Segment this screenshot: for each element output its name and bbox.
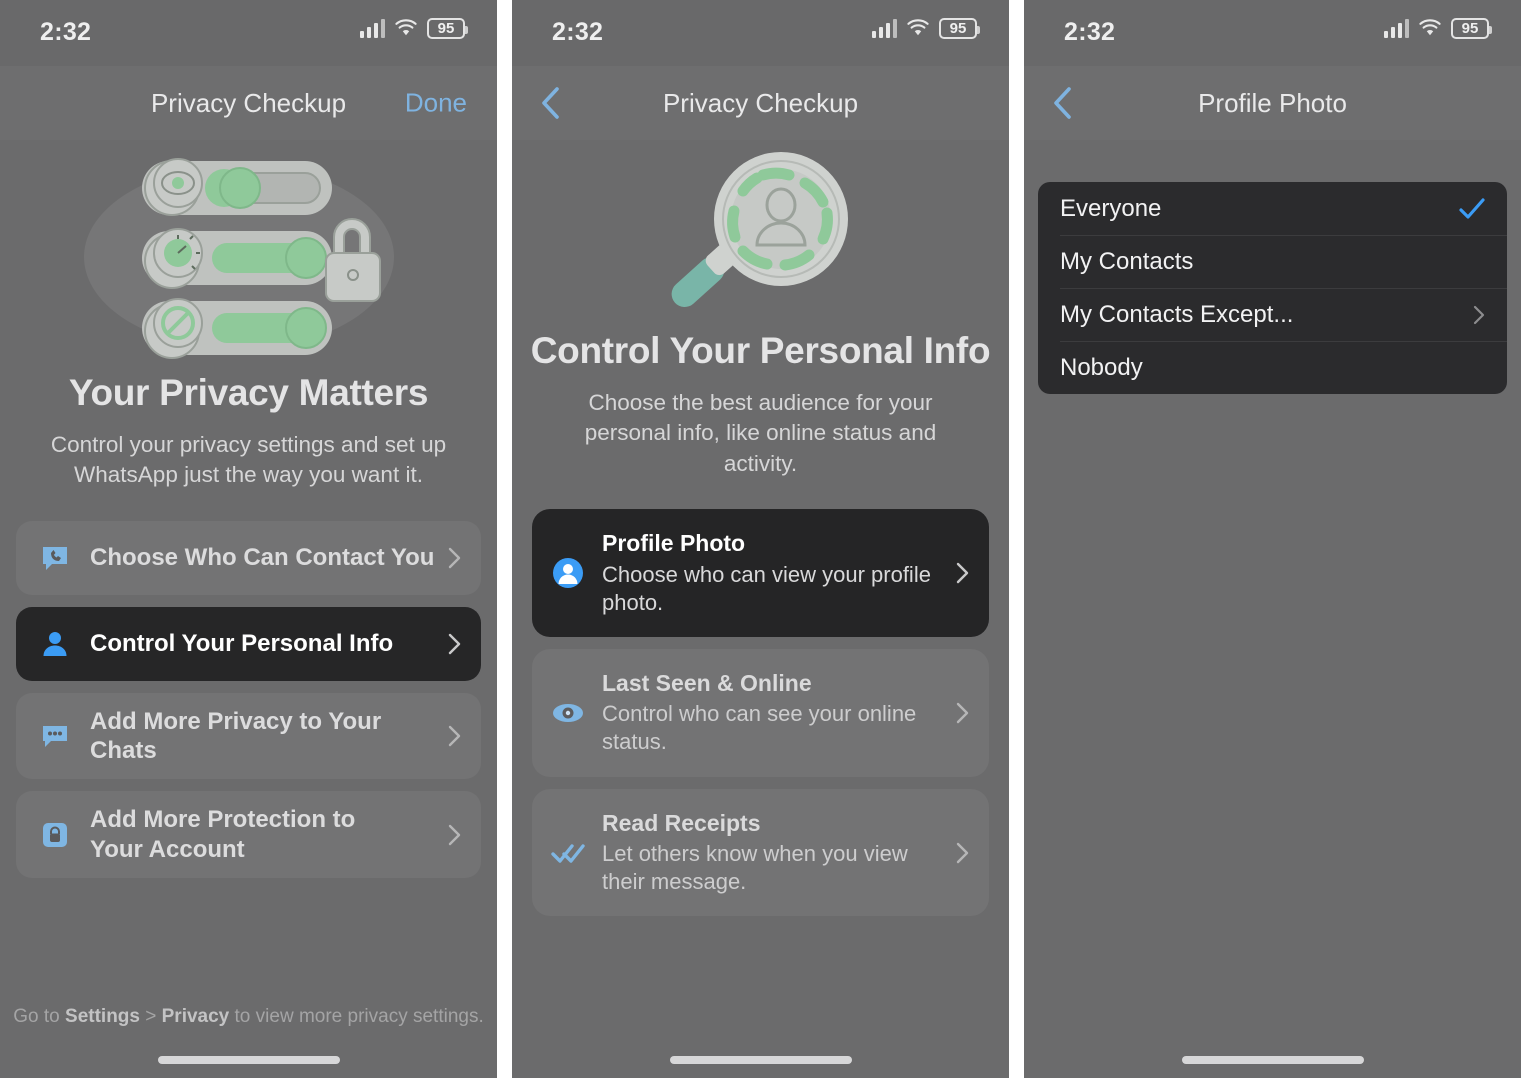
list-item-label: Choose Who Can Contact You (90, 544, 435, 572)
eye-icon (550, 697, 586, 729)
card-text: Profile Photo Choose who can view your p… (602, 529, 939, 617)
lock-square-icon (38, 820, 72, 850)
footnote-settings-hint: Go to Settings > Privacy to view more pr… (0, 1006, 497, 1028)
page-title: Profile Photo (1198, 87, 1347, 118)
status-bar-indicators: 95 (359, 18, 468, 39)
wifi-icon (907, 19, 929, 36)
hero-title-panel1: Your Privacy Matters (68, 372, 429, 413)
nav-bar-panel2: Privacy Checkup (512, 66, 1009, 140)
battery-level: 95 (437, 20, 455, 37)
nav-bar-panel1: Privacy Checkup Done (0, 66, 497, 140)
chevron-right-icon (956, 562, 969, 584)
status-bar-time: 2:32 (40, 18, 92, 46)
list-item-label: Add More Privacy to Your Chats (90, 707, 382, 765)
status-bar: 2:32 95 (1024, 0, 1521, 66)
privacy-toggles-lock-illustration (0, 140, 497, 372)
person-circle-icon (550, 557, 586, 589)
three-panel-screenshot: 2:32 95 Privacy Checkup Done Your Privac… (0, 0, 1524, 1078)
chevron-right-icon (956, 842, 969, 863)
checkmark-icon (1459, 197, 1485, 219)
status-bar-indicators: 95 (1383, 18, 1492, 39)
phone-bubble-icon (38, 543, 72, 573)
chevron-right-icon (448, 633, 461, 654)
card-read-receipts[interactable]: Read Receipts Let others know when you v… (532, 788, 989, 917)
double-check-icon (550, 838, 586, 868)
card-description: Control who can see your online status. (602, 701, 917, 755)
card-title: Last Seen & Online (602, 669, 812, 696)
chevron-right-icon (956, 702, 969, 723)
footnote-prefix: Go to (13, 1006, 66, 1027)
panel-divider (497, 0, 512, 1078)
footnote-bold-settings: Settings (65, 1006, 140, 1027)
status-bar-indicators: 95 (871, 18, 980, 39)
battery-icon: 95 (939, 18, 980, 39)
done-button[interactable]: Done (405, 88, 467, 119)
chevron-left-icon[interactable] (1050, 86, 1076, 120)
home-indicator (669, 1056, 852, 1064)
cellular-bars-icon (1383, 19, 1409, 38)
option-nobody[interactable]: Nobody (1038, 341, 1507, 394)
option-label: Everyone (1060, 194, 1162, 222)
option-label: My Contacts (1060, 247, 1194, 275)
option-everyone[interactable]: Everyone (1038, 182, 1507, 235)
wifi-icon (395, 19, 417, 36)
hero-subtitle-panel2: Choose the best audience for your person… (584, 390, 937, 476)
list-item-add-more-protection-to-your-account[interactable]: Add More Protection to Your Account (16, 791, 481, 878)
list-item-control-your-personal-info[interactable]: Control Your Personal Info (16, 606, 481, 681)
battery-level: 95 (1461, 20, 1479, 37)
option-my-contacts-except[interactable]: My Contacts Except... (1038, 288, 1507, 341)
battery-icon: 95 (1451, 18, 1492, 39)
page-title: Privacy Checkup (150, 87, 347, 118)
magnifier-person-illustration (512, 140, 1009, 330)
status-bar-time: 2:32 (552, 18, 604, 46)
home-indicator (1181, 1056, 1364, 1064)
chevron-right-icon (448, 824, 461, 845)
panel-profile-photo-audience: 2:32 95 Profile Photo Everyone My Contac… (1024, 0, 1521, 1078)
status-bar: 2:32 95 (0, 0, 497, 66)
chevron-right-icon (448, 547, 461, 568)
status-bar-time: 2:32 (1064, 18, 1116, 46)
card-text: Last Seen & Online Control who can see y… (602, 669, 939, 757)
card-description: Choose who can view your profile photo. (602, 561, 931, 615)
chat-bubble-icon (38, 721, 72, 751)
list-item-label: Control Your Personal Info (90, 630, 394, 658)
panel-privacy-checkup-home: 2:32 95 Privacy Checkup Done Your Privac… (0, 0, 497, 1078)
privacy-options-list: Choose Who Can Contact You Control Your … (0, 520, 497, 878)
panel-control-your-personal-info: 2:32 95 Privacy Checkup Control Your Per… (512, 0, 1009, 1078)
home-indicator (157, 1056, 340, 1064)
panel-divider (1009, 0, 1024, 1078)
audience-options-group: Everyone My Contacts My Contacts Except.… (1038, 182, 1507, 394)
personal-info-cards-list: Profile Photo Choose who can view your p… (512, 509, 1009, 917)
status-bar: 2:32 95 (512, 0, 1009, 66)
footnote-mid: > (139, 1006, 162, 1027)
card-title: Read Receipts (602, 809, 761, 836)
battery-icon: 95 (427, 18, 468, 39)
card-profile-photo[interactable]: Profile Photo Choose who can view your p… (532, 509, 989, 637)
chevron-right-icon (448, 725, 461, 747)
hero-subtitle-panel1: Control your privacy settings and set up… (50, 432, 447, 488)
wifi-icon (1419, 19, 1441, 36)
person-icon (38, 629, 72, 659)
hero-title-panel2: Control Your Personal Info (530, 330, 991, 371)
option-my-contacts[interactable]: My Contacts (1038, 235, 1507, 288)
card-last-seen-and-online[interactable]: Last Seen & Online Control who can see y… (532, 648, 989, 777)
option-label: Nobody (1060, 353, 1143, 381)
list-item-add-more-privacy-to-your-chats[interactable]: Add More Privacy to Your Chats (16, 692, 481, 780)
footnote-bold-privacy: Privacy (161, 1006, 230, 1027)
card-text: Read Receipts Let others know when you v… (602, 809, 939, 897)
page-title: Privacy Checkup (662, 87, 859, 118)
battery-level: 95 (949, 20, 967, 37)
cellular-bars-icon (871, 19, 897, 38)
option-label: My Contacts Except... (1060, 300, 1294, 328)
list-item-label: Add More Protection to Your Account (90, 806, 356, 863)
list-item-choose-who-can-contact-you[interactable]: Choose Who Can Contact You (16, 520, 481, 595)
cellular-bars-icon (359, 19, 385, 38)
footnote-suffix: to view more privacy settings. (229, 1006, 484, 1027)
nav-bar-panel3: Profile Photo (1024, 66, 1521, 140)
chevron-left-icon[interactable] (538, 86, 564, 120)
chevron-right-icon (1473, 305, 1485, 324)
card-description: Let others know when you view their mess… (602, 841, 908, 895)
card-title: Profile Photo (602, 530, 746, 557)
